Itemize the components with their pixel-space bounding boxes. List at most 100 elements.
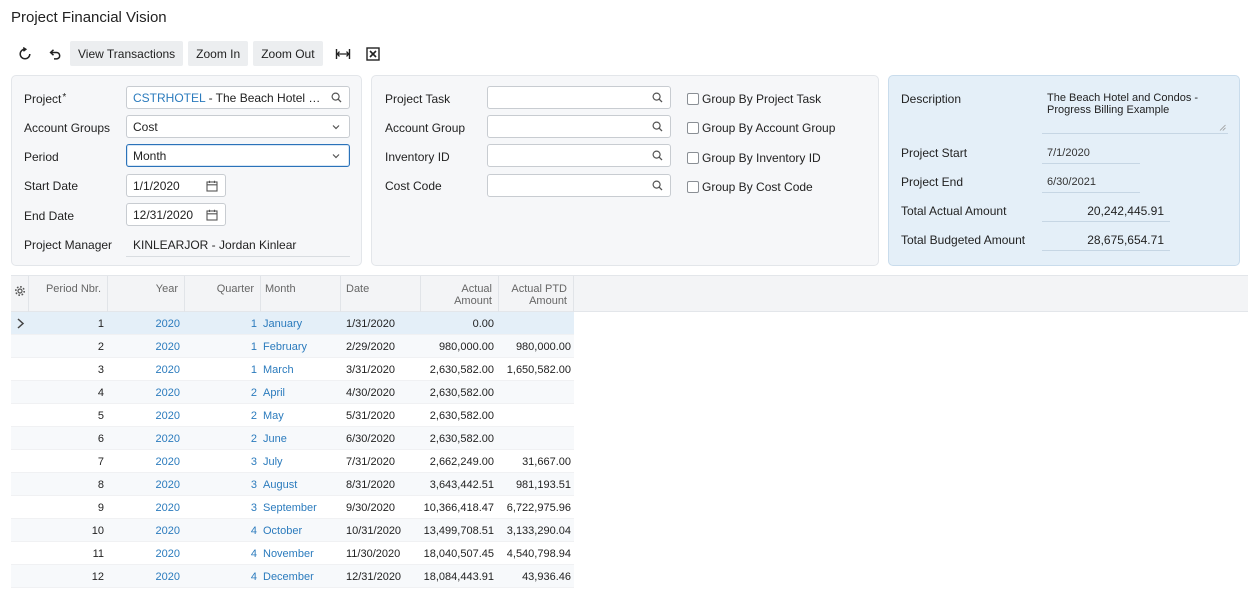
cell-year[interactable]: 2020 (108, 565, 180, 588)
zoom-out-button[interactable]: Zoom Out (253, 41, 323, 66)
col-year[interactable]: Year (108, 276, 185, 312)
cell-year[interactable]: 2020 (108, 542, 180, 565)
table-row[interactable]: 11 2020 4 November 11/30/2020 18,040,507.45 4,… (11, 542, 574, 565)
cell-actual-ptd-amount: 1,650,582.00 (506, 364, 571, 376)
cost-code-input[interactable] (487, 174, 671, 197)
calendar-icon[interactable] (205, 208, 219, 222)
end-date-input[interactable]: 12/31/2020 (126, 203, 226, 226)
cell-year[interactable]: 2020 (108, 450, 180, 473)
fit-to-width-icon[interactable] (328, 41, 358, 66)
cell-quarter[interactable]: 3 (185, 450, 257, 473)
project-code[interactable]: CSTRHOTEL (133, 91, 205, 105)
cell-month[interactable]: April (263, 381, 341, 404)
cell-month[interactable]: May (263, 404, 341, 427)
cell-year[interactable]: 2020 (108, 519, 180, 542)
project-manager-value: KINLEARJOR - Jordan Kinlear (133, 238, 297, 252)
period-select[interactable]: Month (126, 144, 350, 167)
checkbox-box[interactable] (687, 122, 699, 134)
cell-quarter[interactable]: 1 (185, 335, 257, 358)
table-row[interactable]: 3 2020 1 March 3/31/2020 2,630,582.00 1,650,58… (11, 358, 574, 381)
cell-month[interactable]: October (263, 519, 341, 542)
refresh-icon[interactable] (10, 41, 40, 66)
col-actual-amount[interactable]: Actual Amount (421, 276, 499, 312)
table-row[interactable]: 1 2020 1 January 1/31/2020 0.00 (11, 312, 574, 335)
cell-quarter[interactable]: 1 (185, 358, 257, 381)
checkbox-box[interactable] (687, 152, 699, 164)
cell-year[interactable]: 2020 (108, 427, 180, 450)
zoom-in-button[interactable]: Zoom In (188, 41, 249, 66)
row-selector-chevron-right-icon[interactable] (11, 312, 29, 335)
cell-month[interactable]: December (263, 565, 341, 588)
cell-quarter[interactable]: 2 (185, 381, 257, 404)
cell-date: 1/31/2020 (346, 318, 395, 330)
cell-year[interactable]: 2020 (108, 404, 180, 427)
account-groups-label: Account Groups (24, 121, 111, 135)
table-row[interactable]: 10 2020 4 October 10/31/2020 13,499,708.51 3,1… (11, 519, 574, 542)
checkbox-box[interactable] (687, 181, 699, 193)
cell-month[interactable]: February (263, 335, 341, 358)
search-icon[interactable] (650, 91, 664, 105)
cell-quarter[interactable]: 2 (185, 404, 257, 427)
col-date[interactable]: Date (341, 276, 421, 312)
col-month[interactable]: Month (261, 276, 341, 312)
search-icon[interactable] (650, 120, 664, 134)
project-selector[interactable]: CSTRHOTEL - The Beach Hotel and ... (126, 86, 350, 109)
search-icon[interactable] (650, 149, 664, 163)
cell-quarter[interactable]: 4 (185, 519, 257, 542)
project-task-input[interactable] (487, 86, 671, 109)
cell-date: 3/31/2020 (346, 364, 395, 376)
cell-year[interactable]: 2020 (108, 496, 180, 519)
cell-quarter[interactable]: 3 (185, 473, 257, 496)
cell-month[interactable]: March (263, 358, 341, 381)
cell-month[interactable]: July (263, 450, 341, 473)
gear-icon[interactable] (11, 276, 29, 312)
cell-quarter[interactable]: 4 (185, 542, 257, 565)
undo-icon[interactable] (40, 41, 70, 66)
table-row[interactable]: 8 2020 3 August 8/31/2020 3,643,442.51 981,193… (11, 473, 574, 496)
cell-year[interactable]: 2020 (108, 473, 180, 496)
cell-year[interactable]: 2020 (108, 312, 180, 335)
cell-date: 12/31/2020 (346, 571, 402, 583)
filter-panel-middle: Project Task Account Group Inventory ID … (371, 75, 879, 266)
col-quarter[interactable]: Quarter (185, 276, 261, 312)
cell-quarter[interactable]: 1 (185, 312, 257, 335)
cell-year[interactable]: 2020 (108, 335, 180, 358)
table-row[interactable]: 6 2020 2 June 6/30/2020 2,630,582.00 (11, 427, 574, 450)
cell-quarter[interactable]: 4 (185, 565, 257, 588)
table-row[interactable]: 12 2020 4 December 12/31/2020 18,084,443.91 43… (11, 565, 574, 588)
cell-month[interactable]: January (263, 312, 341, 335)
col-period-nbr[interactable]: Period Nbr. (29, 276, 108, 312)
col-actual-ptd-amount[interactable]: Actual PTD Amount (499, 276, 574, 312)
table-row[interactable]: 5 2020 2 May 5/31/2020 2,630,582.00 (11, 404, 574, 427)
account-group-input[interactable] (487, 115, 671, 138)
cell-month[interactable]: August (263, 473, 341, 496)
group-by-project-task-checkbox[interactable]: Group By Project Task (687, 92, 821, 106)
cell-month[interactable]: June (263, 427, 341, 450)
cell-month[interactable]: September (263, 496, 341, 519)
table-row[interactable]: 7 2020 3 July 7/31/2020 2,662,249.00 31,667.00 (11, 450, 574, 473)
cell-year[interactable]: 2020 (108, 358, 180, 381)
cell-month[interactable]: November (263, 542, 341, 565)
cost-code-label: Cost Code (385, 179, 442, 193)
table-row[interactable]: 2 2020 1 February 2/29/2020 980,000.00 980,000… (11, 335, 574, 358)
resize-grip-icon[interactable] (1219, 124, 1226, 131)
view-transactions-button[interactable]: View Transactions (70, 41, 184, 66)
group-by-cost-code-checkbox[interactable]: Group By Cost Code (687, 180, 813, 194)
export-excel-icon[interactable] (358, 41, 388, 66)
table-row[interactable]: 9 2020 3 September 9/30/2020 10,366,418.47 6,7… (11, 496, 574, 519)
calendar-icon[interactable] (205, 179, 219, 193)
cell-quarter[interactable]: 2 (185, 427, 257, 450)
group-by-account-group-checkbox[interactable]: Group By Account Group (687, 121, 835, 135)
cell-year[interactable]: 2020 (108, 381, 180, 404)
inventory-id-input[interactable] (487, 144, 671, 167)
checkbox-box[interactable] (687, 93, 699, 105)
account-groups-select[interactable]: Cost (126, 115, 350, 138)
start-date-input[interactable]: 1/1/2020 (126, 174, 226, 197)
start-date-label: Start Date (24, 179, 79, 193)
search-icon[interactable] (329, 91, 343, 105)
total-budgeted-underline (1042, 250, 1170, 251)
group-by-inventory-id-checkbox[interactable]: Group By Inventory ID (687, 151, 821, 165)
table-row[interactable]: 4 2020 2 April 4/30/2020 2,630,582.00 (11, 381, 574, 404)
search-icon[interactable] (650, 179, 664, 193)
cell-quarter[interactable]: 3 (185, 496, 257, 519)
